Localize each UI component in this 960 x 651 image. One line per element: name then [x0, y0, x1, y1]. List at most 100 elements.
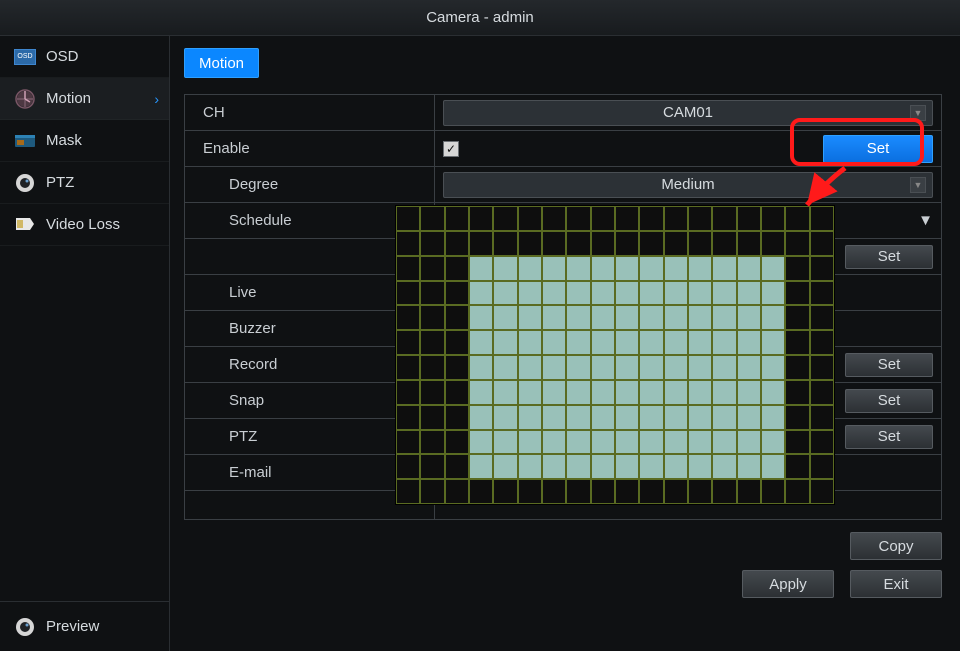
- motion-grid-cell[interactable]: [664, 305, 688, 330]
- motion-grid-cell[interactable]: [591, 330, 615, 355]
- motion-grid-cell[interactable]: [493, 479, 517, 504]
- motion-grid-cell[interactable]: [445, 380, 469, 405]
- motion-grid-cell[interactable]: [420, 281, 444, 306]
- motion-grid-cell[interactable]: [639, 454, 663, 479]
- motion-grid-cell[interactable]: [810, 454, 834, 479]
- motion-grid-cell[interactable]: [688, 256, 712, 281]
- motion-grid-cell[interactable]: [445, 405, 469, 430]
- motion-grid-cell[interactable]: [810, 405, 834, 430]
- motion-grid-cell[interactable]: [591, 231, 615, 256]
- motion-grid-cell[interactable]: [761, 355, 785, 380]
- motion-grid-cell[interactable]: [785, 479, 809, 504]
- motion-grid-cell[interactable]: [639, 355, 663, 380]
- motion-grid-cell[interactable]: [737, 281, 761, 306]
- motion-grid-cell[interactable]: [761, 479, 785, 504]
- motion-grid-cell[interactable]: [420, 305, 444, 330]
- motion-grid-cell[interactable]: [469, 330, 493, 355]
- motion-grid-cell[interactable]: [761, 454, 785, 479]
- motion-grid-cell[interactable]: [639, 380, 663, 405]
- motion-grid-cell[interactable]: [469, 231, 493, 256]
- motion-grid-cell[interactable]: [737, 479, 761, 504]
- motion-grid-cell[interactable]: [493, 355, 517, 380]
- motion-grid-cell[interactable]: [639, 430, 663, 455]
- motion-grid-cell[interactable]: [785, 305, 809, 330]
- motion-grid-cell[interactable]: [542, 430, 566, 455]
- motion-grid-cell[interactable]: [785, 454, 809, 479]
- sidebar-item-osd[interactable]: OSD ›: [0, 36, 169, 78]
- motion-grid-cell[interactable]: [615, 330, 639, 355]
- motion-grid-cell[interactable]: [566, 256, 590, 281]
- motion-grid-cell[interactable]: [639, 206, 663, 231]
- motion-grid-cell[interactable]: [420, 454, 444, 479]
- motion-grid-cell[interactable]: [518, 454, 542, 479]
- motion-grid-cell[interactable]: [566, 454, 590, 479]
- checkbox-enable[interactable]: ✓: [443, 141, 459, 157]
- motion-grid-cell[interactable]: [615, 206, 639, 231]
- motion-grid-cell[interactable]: [420, 206, 444, 231]
- dropdown-degree[interactable]: Medium ▼: [443, 172, 933, 198]
- motion-grid-cell[interactable]: [688, 430, 712, 455]
- set-button-ptz[interactable]: Set: [845, 425, 933, 449]
- motion-grid-cell[interactable]: [542, 281, 566, 306]
- motion-grid-cell[interactable]: [518, 256, 542, 281]
- motion-grid-cell[interactable]: [396, 305, 420, 330]
- motion-grid-cell[interactable]: [518, 430, 542, 455]
- motion-grid-cell[interactable]: [469, 355, 493, 380]
- motion-grid-cell[interactable]: [785, 430, 809, 455]
- motion-grid-cell[interactable]: [664, 256, 688, 281]
- motion-grid-cell[interactable]: [396, 355, 420, 380]
- motion-grid-cell[interactable]: [639, 305, 663, 330]
- motion-grid-cell[interactable]: [664, 330, 688, 355]
- motion-grid-cell[interactable]: [639, 479, 663, 504]
- motion-grid-cell[interactable]: [785, 380, 809, 405]
- motion-grid-cell[interactable]: [591, 355, 615, 380]
- motion-grid-cell[interactable]: [785, 355, 809, 380]
- motion-grid-cell[interactable]: [810, 430, 834, 455]
- motion-grid-cell[interactable]: [469, 479, 493, 504]
- motion-grid-cell[interactable]: [712, 479, 736, 504]
- motion-grid-cell[interactable]: [469, 380, 493, 405]
- sidebar-item-ptz[interactable]: PTZ ›: [0, 162, 169, 204]
- motion-grid-cell[interactable]: [615, 454, 639, 479]
- motion-grid-cell[interactable]: [469, 305, 493, 330]
- motion-grid-cell[interactable]: [396, 206, 420, 231]
- motion-grid-cell[interactable]: [493, 405, 517, 430]
- motion-grid-cell[interactable]: [445, 355, 469, 380]
- motion-grid-cell[interactable]: [688, 330, 712, 355]
- motion-grid-cell[interactable]: [445, 305, 469, 330]
- motion-grid-cell[interactable]: [615, 405, 639, 430]
- dropdown-ch[interactable]: CAM01 ▼: [443, 100, 933, 126]
- motion-grid-cell[interactable]: [810, 330, 834, 355]
- motion-grid-cell[interactable]: [469, 281, 493, 306]
- motion-grid-cell[interactable]: [396, 454, 420, 479]
- motion-grid-cell[interactable]: [761, 430, 785, 455]
- motion-grid-cell[interactable]: [566, 281, 590, 306]
- motion-grid-cell[interactable]: [566, 479, 590, 504]
- motion-grid-cell[interactable]: [688, 305, 712, 330]
- motion-grid-cell[interactable]: [420, 380, 444, 405]
- motion-grid-cell[interactable]: [591, 454, 615, 479]
- motion-grid-cell[interactable]: [566, 380, 590, 405]
- motion-grid-cell[interactable]: [737, 206, 761, 231]
- motion-grid-cell[interactable]: [688, 281, 712, 306]
- motion-grid-cell[interactable]: [518, 330, 542, 355]
- motion-grid-cell[interactable]: [469, 405, 493, 430]
- motion-grid-cell[interactable]: [785, 281, 809, 306]
- motion-grid-cell[interactable]: [469, 430, 493, 455]
- motion-grid-cell[interactable]: [396, 380, 420, 405]
- motion-grid-cell[interactable]: [566, 430, 590, 455]
- motion-grid-cell[interactable]: [737, 231, 761, 256]
- motion-grid-cell[interactable]: [396, 281, 420, 306]
- motion-grid-cell[interactable]: [688, 231, 712, 256]
- motion-grid-cell[interactable]: [688, 405, 712, 430]
- motion-grid-cell[interactable]: [542, 305, 566, 330]
- motion-grid-cell[interactable]: [542, 330, 566, 355]
- motion-grid-cell[interactable]: [396, 405, 420, 430]
- motion-grid-cell[interactable]: [737, 454, 761, 479]
- motion-grid-cell[interactable]: [712, 405, 736, 430]
- motion-grid-cell[interactable]: [493, 206, 517, 231]
- motion-grid-cell[interactable]: [737, 355, 761, 380]
- motion-grid-cell[interactable]: [810, 479, 834, 504]
- motion-grid-cell[interactable]: [712, 454, 736, 479]
- motion-grid-cell[interactable]: [761, 380, 785, 405]
